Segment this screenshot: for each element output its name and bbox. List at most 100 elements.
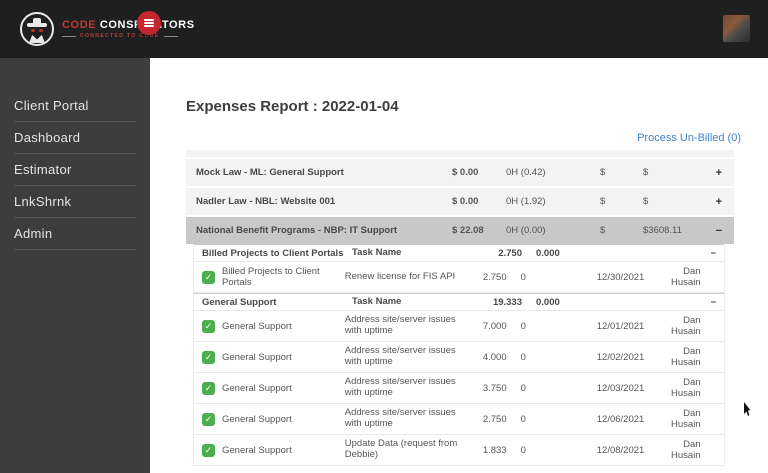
tagline-dash-left: [62, 35, 76, 37]
top-header-bar: CODE CONSPIRATORS CONNECTED TO CODE: [0, 0, 768, 58]
expand-toggle[interactable]: +: [716, 196, 722, 208]
task-row: ✓ General Support Address site/server is…: [194, 342, 724, 373]
group-collapse-toggle[interactable]: −: [704, 297, 716, 308]
main-content: Expenses Report : 2022-01-04 Process Un-…: [150, 58, 768, 473]
clipped-row-viewport: Mark Thomas Law - MTL: Marketing $ 0.00 …: [186, 150, 734, 159]
task-group-name: Billed Projects to Client Portals: [222, 266, 320, 288]
total-value: $: [643, 196, 649, 207]
project-row[interactable]: Mark Thomas Law - MTL: Marketing $ 0.00 …: [186, 150, 734, 157]
project-row-expanded[interactable]: National Benefit Programs - NBP: IT Supp…: [186, 217, 734, 244]
process-unbilled-link[interactable]: Process Un-Billed (0): [637, 132, 741, 144]
task-row: ✓ General Support Address site/server is…: [194, 311, 724, 342]
task-checkbox[interactable]: ✓: [202, 270, 215, 284]
task-checkbox[interactable]: ✓: [202, 443, 215, 457]
task-group-name: General Support: [222, 320, 292, 332]
task-checkbox[interactable]: ✓: [202, 350, 215, 364]
task-description: Address site/server issues with uptime: [344, 345, 456, 367]
page-title: Expenses Report : 2022-01-04: [186, 98, 399, 115]
collapse-toggle[interactable]: −: [716, 225, 722, 237]
task-row: ✓ General Support Address site/server is…: [194, 404, 724, 435]
user-avatar[interactable]: [723, 15, 750, 42]
task-checkbox[interactable]: ✓: [202, 319, 215, 333]
task-hours: 1.833: [482, 444, 507, 456]
group-hours-total: 2.750: [498, 247, 522, 259]
group-name: Billed Projects to Client Portals: [202, 247, 344, 259]
total-value: $3608.11: [643, 225, 682, 236]
task-date: 12/03/2021: [596, 382, 645, 394]
task-other: 0: [520, 351, 526, 363]
group-other-total: 0.000: [536, 296, 560, 308]
task-row: ✓ General Support Address site/server is…: [194, 373, 724, 404]
billed-amount: $ 0.00: [452, 167, 479, 178]
project-row[interactable]: Nadler Law - NBL: Website 001 $ 0.00 0H …: [186, 188, 734, 215]
task-person: Dan Husain: [671, 439, 701, 461]
task-hours: 4.000: [482, 351, 507, 363]
rate-value: $: [600, 225, 606, 236]
task-date: 12/01/2021: [596, 320, 645, 332]
billed-amount: $ 22.08: [452, 225, 484, 236]
brand-text: CODE CONSPIRATORS CONNECTED TO CODE: [62, 19, 195, 39]
task-other: 0: [520, 413, 526, 425]
task-person: Dan Husain: [671, 346, 701, 368]
task-date: 12/06/2021: [596, 413, 645, 425]
task-other: 0: [520, 382, 526, 394]
task-other: 0: [520, 320, 526, 332]
task-row: ✓ General Support Update Data (request f…: [194, 435, 724, 466]
group-hours-total: 19.333: [492, 296, 522, 308]
billed-amount: $ 0.00: [452, 196, 479, 207]
group-name: General Support: [202, 296, 277, 308]
rate-value: $: [600, 167, 606, 178]
group-other-total: 0.000: [536, 247, 560, 259]
task-date: 12/08/2021: [596, 444, 645, 456]
company-logo[interactable]: CODE CONSPIRATORS CONNECTED TO CODE: [20, 12, 195, 46]
sidebar-item-dashboard[interactable]: Dashboard: [0, 122, 150, 153]
task-hours: 2.750: [482, 413, 507, 425]
task-description: Update Data (request from Debbie): [344, 438, 458, 460]
expenses-table: Mark Thomas Law - MTL: Marketing $ 0.00 …: [186, 150, 734, 473]
brand-primary: CODE: [62, 19, 97, 31]
rate-value: $: [600, 196, 606, 207]
expand-toggle[interactable]: +: [716, 167, 722, 179]
hours-value: 0H (0.00): [506, 225, 546, 236]
detail-group-header[interactable]: Billed Projects to Client Portals Task N…: [194, 244, 724, 262]
task-group-name: General Support: [222, 413, 292, 425]
project-name: National Benefit Programs - NBP: IT Supp…: [196, 225, 398, 236]
tagline-dash-right: [163, 35, 178, 37]
task-description: Address site/server issues with uptime: [344, 314, 456, 336]
task-checkbox[interactable]: ✓: [202, 381, 215, 395]
task-description: Renew license for FIS API: [344, 270, 456, 282]
hamburger-menu-icon: [144, 19, 154, 27]
sidebar-item-admin[interactable]: Admin: [0, 218, 150, 249]
task-date: 12/02/2021: [596, 351, 645, 363]
task-checkbox[interactable]: ✓: [202, 412, 215, 426]
project-name: Nadler Law - NBL: Website 001: [196, 196, 336, 207]
task-other: 0: [520, 271, 526, 283]
detail-group-header[interactable]: General Support Task Name 19.333 0.000 −: [194, 293, 724, 311]
task-description: Address site/server issues with uptime: [344, 376, 456, 398]
task-group-name: General Support: [222, 382, 292, 394]
task-group-name: General Support: [222, 444, 292, 456]
project-row[interactable]: Mock Law - ML: General Support $ 0.00 0H…: [186, 159, 734, 186]
group-collapse-toggle[interactable]: −: [704, 248, 716, 259]
sidebar-item-client-portal[interactable]: Client Portal: [0, 90, 150, 121]
task-person: Dan Husain: [671, 377, 701, 399]
sidebar-item-estimator[interactable]: Estimator: [0, 154, 150, 185]
sidebar-divider: [14, 249, 136, 250]
task-person: Dan Husain: [671, 408, 701, 430]
task-person: Dan Husain: [671, 315, 701, 337]
task-column-header: Task Name: [352, 295, 402, 307]
sidebar-nav: Client Portal Dashboard Estimator LnkShr…: [0, 58, 150, 473]
sidebar-item-lnkshrnk[interactable]: LnkShrnk: [0, 186, 150, 217]
task-person: Dan Husain: [671, 266, 701, 288]
task-hours: 7.000: [482, 320, 507, 332]
hours-value: 0H (0.42): [506, 167, 546, 178]
total-value: $: [643, 167, 649, 178]
spy-logo-icon: [20, 12, 54, 46]
task-description: Address site/server issues with uptime: [344, 407, 456, 429]
task-row: ✓ Billed Projects to Client Portals Rene…: [194, 262, 724, 293]
sidebar-toggle-button[interactable]: [137, 11, 161, 35]
task-group-name: General Support: [222, 351, 292, 363]
task-hours: 3.750: [482, 382, 507, 394]
task-other: 0: [520, 444, 526, 456]
